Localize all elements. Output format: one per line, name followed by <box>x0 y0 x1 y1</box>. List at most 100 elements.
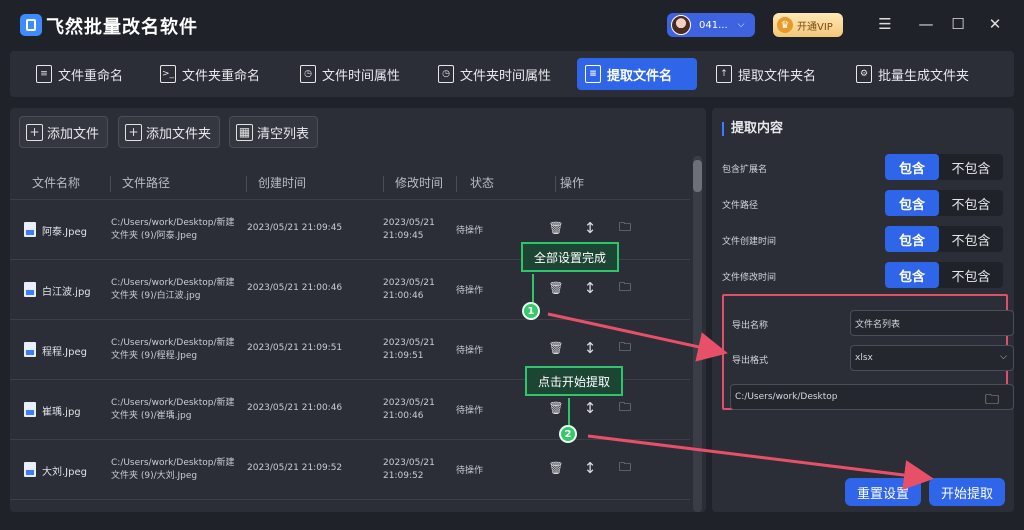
clear-list-button[interactable]: ▦ 清空列表 <box>229 116 319 148</box>
tab-extract-foldername[interactable]: ↑ 提取文件夹名 <box>708 58 826 90</box>
include-modified-button[interactable]: 包含 <box>885 262 939 288</box>
cell-mod-time: 21:09:45 <box>383 231 424 241</box>
tab-label: 提取文件夹名 <box>738 68 817 84</box>
exclude-extension-button[interactable]: 不包含 <box>939 154 1003 180</box>
option-label-extension: 包含扩展名 <box>722 165 768 175</box>
vertical-scrollbar[interactable] <box>693 156 702 512</box>
move-icon[interactable]: ↕ <box>581 398 599 418</box>
cell-name: 程程.Jpeg <box>42 347 87 358</box>
output-name-input[interactable]: 文件名列表 <box>850 310 1014 336</box>
callout-settings-complete: 全部设置完成 <box>521 242 619 272</box>
move-icon[interactable]: ↕ <box>581 218 599 238</box>
cell-name: 阿泰.Jpeg <box>42 227 87 238</box>
scrollbar-thumb[interactable] <box>693 160 702 192</box>
exclude-created-button[interactable]: 不包含 <box>939 226 1003 252</box>
cell-path: C:/Users/work/Desktop/新建 文件夹 (9)/崔瑀.jpg <box>111 397 246 423</box>
cell-path: C:/Users/work/Desktop/新建 文件夹 (9)/阿泰.Jpeg <box>111 217 246 243</box>
move-icon[interactable]: ↕ <box>581 278 599 298</box>
cell-path-line: C:/Users/work/Desktop/新建 <box>111 458 235 468</box>
tab-folder-rename[interactable]: >_ 文件夹重命名 <box>152 58 270 90</box>
add-file-button[interactable]: + 添加文件 <box>19 116 109 148</box>
image-file-icon <box>24 282 36 297</box>
delete-icon[interactable]: 🗑 <box>547 338 565 358</box>
path-toggle: 包含 不包含 <box>885 190 1003 216</box>
file-rename-icon: ≡ <box>36 65 52 83</box>
app-title: 飞然批量改名软件 <box>46 17 198 38</box>
image-file-icon <box>24 222 36 237</box>
close-icon[interactable]: ✕ <box>983 12 1007 36</box>
cell-status: 待操作 <box>456 346 484 356</box>
delete-icon[interactable]: 🗑 <box>547 218 565 238</box>
move-icon[interactable]: ↕ <box>581 338 599 358</box>
tab-file-rename[interactable]: ≡ 文件重命名 <box>28 58 133 90</box>
output-format-select[interactable]: xlsx ⌵ <box>850 345 1014 371</box>
cell-path: C:/Users/work/Desktop/新建 文件夹 (9)/程程.Jpeg <box>111 337 246 363</box>
cell-name: 崔瑀.jpg <box>42 407 81 418</box>
cell-status: 待操作 <box>456 406 484 416</box>
tab-label: 批量生成文件夹 <box>878 68 970 84</box>
table-row[interactable]: 大刘.Jpeg C:/Users/work/Desktop/新建 文件夹 (9)/… <box>10 440 690 500</box>
option-label-path: 文件路径 <box>722 201 759 211</box>
output-path-input[interactable]: C:/Users/work/Desktop 🗀 <box>730 384 1014 410</box>
delete-icon[interactable]: 🗑 <box>547 398 565 418</box>
clear-list-icon: ▦ <box>236 123 253 141</box>
add-folder-label: 添加文件夹 <box>146 126 212 142</box>
output-path-value: C:/Users/work/Desktop <box>735 392 838 402</box>
start-extract-button[interactable]: 开始提取 <box>929 478 1005 506</box>
open-folder-icon[interactable]: 🗀 <box>616 218 634 238</box>
add-file-label: 添加文件 <box>47 126 100 142</box>
cell-mod-date: 2023/05/21 <box>383 398 435 408</box>
browse-folder-icon[interactable]: 🗀 <box>985 389 999 413</box>
header-name: 文件名称 <box>32 176 81 190</box>
user-id: 041... <box>699 19 728 31</box>
include-path-button[interactable]: 包含 <box>885 190 939 216</box>
image-file-icon <box>24 342 36 357</box>
add-folder-icon: + <box>125 123 142 141</box>
chevron-down-icon: ⌵ <box>1000 352 1007 362</box>
cell-status: 待操作 <box>456 466 484 476</box>
cell-mod-date: 2023/05/21 <box>383 458 435 468</box>
user-account-button[interactable]: 041... ⌵ <box>667 13 755 37</box>
delete-icon[interactable]: 🗑 <box>547 278 565 298</box>
exclude-path-button[interactable]: 不包含 <box>939 190 1003 216</box>
file-time-icon: ◷ <box>300 65 316 83</box>
open-folder-icon[interactable]: 🗀 <box>616 458 634 478</box>
tab-file-time[interactable]: ◷ 文件时间属性 <box>292 58 410 90</box>
output-format-label: 导出格式 <box>732 356 769 366</box>
extract-settings-panel: 提取内容 包含扩展名 包含 不包含 文件路径 包含 不包含 文件创建时间 包含 … <box>712 108 1014 512</box>
callout-step-2: 2 <box>559 425 577 443</box>
include-extension-button[interactable]: 包含 <box>885 154 939 180</box>
column-divider <box>246 176 247 192</box>
cell-created: 2023/05/21 21:09:52 <box>247 463 343 473</box>
header-path: 文件路径 <box>122 176 171 190</box>
open-folder-icon[interactable]: 🗀 <box>616 398 634 418</box>
cell-mod-date: 2023/05/21 <box>383 278 435 288</box>
cell-name: 白江波.jpg <box>42 287 91 298</box>
add-file-icon: + <box>26 123 43 141</box>
open-folder-icon[interactable]: 🗀 <box>616 278 634 298</box>
tab-extract-filename[interactable]: ≡ 提取文件名 <box>577 58 697 90</box>
tab-folder-time[interactable]: ◷ 文件夹时间属性 <box>430 58 561 90</box>
tab-generate-folder[interactable]: ⚙ 批量生成文件夹 <box>848 58 979 90</box>
cell-name: 大刘.Jpeg <box>42 467 87 478</box>
delete-icon[interactable]: 🗑 <box>547 458 565 478</box>
vip-button[interactable]: ♛ 开通VIP <box>773 13 843 37</box>
file-list-panel: + 添加文件 + 添加文件夹 ▦ 清空列表 文件名称 文件路径 创建时间 修改时… <box>10 108 706 512</box>
cell-path-line: C:/Users/work/Desktop/新建 <box>111 398 235 408</box>
exclude-modified-button[interactable]: 不包含 <box>939 262 1003 288</box>
open-folder-icon[interactable]: 🗀 <box>616 338 634 358</box>
avatar <box>671 15 691 35</box>
cell-modified: 2023/05/21 21:00:46 <box>383 397 453 423</box>
title-bar: 飞然批量改名软件 041... ⌵ ♛ 开通VIP ☰ — ☐ ✕ <box>0 0 1024 50</box>
header-status: 状态 <box>470 176 495 190</box>
cell-path-line: C:/Users/work/Desktop/新建 <box>111 218 235 228</box>
minimize-icon[interactable]: — <box>914 12 938 36</box>
menu-icon[interactable]: ☰ <box>873 12 897 36</box>
callout-click-start: 点击开始提取 <box>525 366 623 396</box>
folder-rename-icon: >_ <box>160 65 176 83</box>
include-created-button[interactable]: 包含 <box>885 226 939 252</box>
add-folder-button[interactable]: + 添加文件夹 <box>118 116 221 148</box>
move-icon[interactable]: ↕ <box>581 458 599 478</box>
maximize-icon[interactable]: ☐ <box>946 12 970 36</box>
reset-settings-button[interactable]: 重置设置 <box>845 478 921 506</box>
